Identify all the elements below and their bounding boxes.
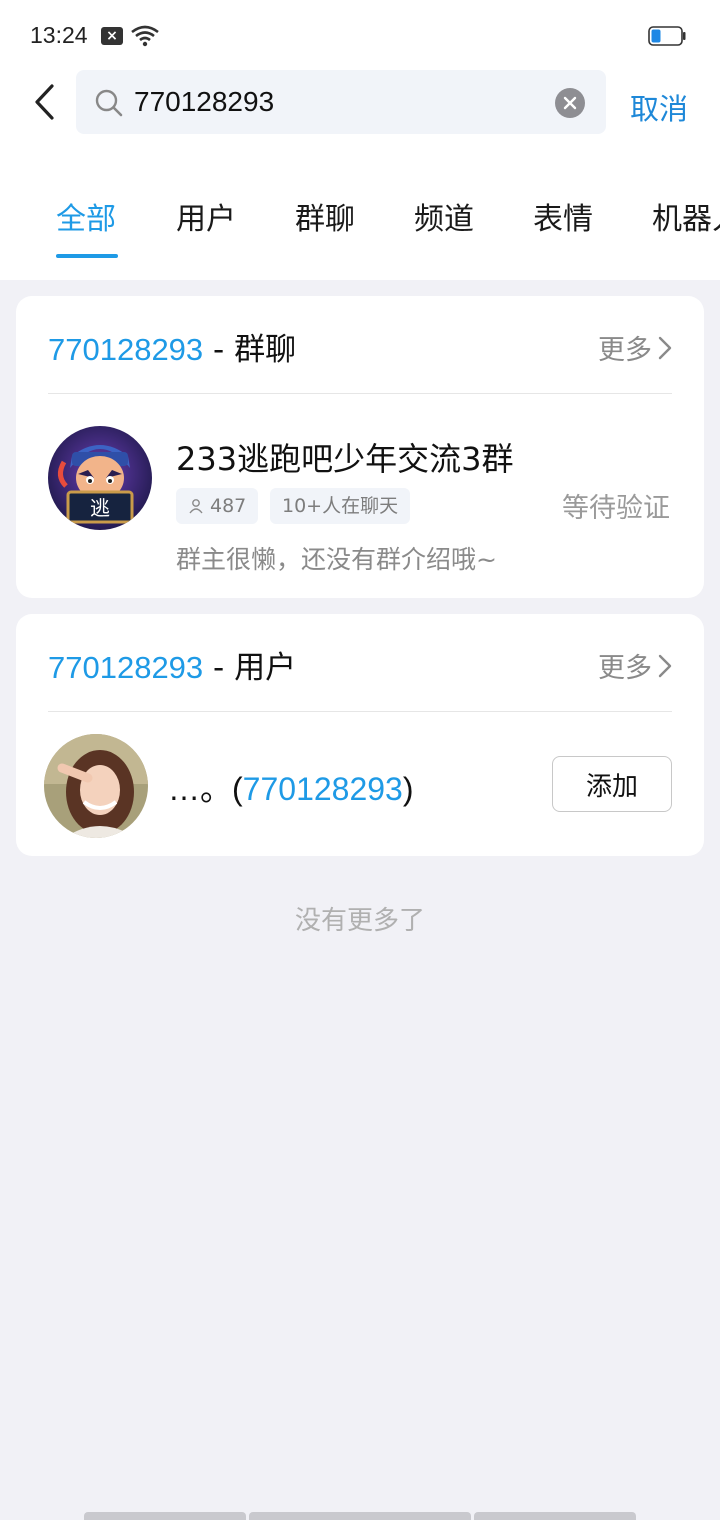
group-avatar[interactable]: 逃 xyxy=(48,426,152,530)
photo-avatar-icon xyxy=(44,734,148,838)
user-nickname: …。 xyxy=(168,771,233,807)
tab-stickers[interactable]: 表情 xyxy=(533,194,593,238)
person-icon xyxy=(189,499,203,514)
status-bar: 13:24 × xyxy=(0,0,720,64)
group-more-label: 更多 xyxy=(598,335,652,366)
user-avatar[interactable] xyxy=(44,734,148,838)
user-section-suffix: - 用户 xyxy=(203,650,297,686)
gesture-bar xyxy=(249,1512,471,1520)
user-result-line[interactable]: …。(770128293) xyxy=(168,764,414,810)
member-count: 487 xyxy=(210,495,247,517)
divider xyxy=(48,393,672,394)
tab-bots[interactable]: 机器人 xyxy=(652,194,720,238)
gesture-bar xyxy=(84,1512,246,1520)
add-friend-button[interactable]: 添加 xyxy=(552,756,672,812)
divider xyxy=(48,711,672,712)
no-more-results: 没有更多了 xyxy=(294,906,425,936)
active-tab-indicator xyxy=(56,254,118,258)
cancel-button[interactable]: 取消 xyxy=(630,86,688,128)
tab-groups[interactable]: 群聊 xyxy=(295,194,355,238)
status-time: 13:24 xyxy=(30,22,88,48)
user-section-query: 770128293 xyxy=(48,650,204,685)
group-section-suffix: - 群聊 xyxy=(203,332,297,368)
user-id-close: ) xyxy=(402,771,414,807)
wifi-icon xyxy=(131,25,159,47)
chevron-right-icon xyxy=(658,336,672,359)
search-header: 取消 全部 用户 群聊 频道 表情 机器人 xyxy=(0,64,720,280)
bottom-gesture-bars xyxy=(0,1512,720,1520)
active-chat-badge: 10+人在聊天 xyxy=(270,488,411,524)
tab-users[interactable]: 用户 xyxy=(176,194,236,238)
group-name[interactable]: 233逃跑吧少年交流3群 xyxy=(176,434,513,480)
group-section-title: 770128293 - 群聊 xyxy=(48,324,296,369)
result-tabs: 全部 用户 群聊 频道 表情 机器人 xyxy=(0,194,720,264)
group-more-link[interactable]: 更多 xyxy=(598,328,672,367)
user-more-link[interactable]: 更多 xyxy=(598,646,672,685)
search-box[interactable] xyxy=(76,70,606,134)
tab-all[interactable]: 全部 xyxy=(56,194,116,238)
svg-text:逃: 逃 xyxy=(90,496,110,520)
pending-verification-status: 等待验证 xyxy=(562,493,670,524)
user-id-open: ( xyxy=(232,771,243,807)
member-count-badge: 487 xyxy=(176,488,259,524)
battery-icon xyxy=(648,26,686,46)
cartoon-avatar-icon: 逃 xyxy=(48,426,152,530)
search-icon xyxy=(95,89,123,117)
tab-channels[interactable]: 频道 xyxy=(414,194,474,238)
chevron-right-icon xyxy=(658,654,672,677)
group-results-card: 770128293 - 群聊 更多 逃 233逃跑吧少年交流3群 487 10+… xyxy=(16,296,704,598)
no-sim-icon: × xyxy=(101,27,123,45)
gesture-bar xyxy=(474,1512,636,1520)
group-section-query: 770128293 xyxy=(48,332,204,367)
search-input[interactable] xyxy=(134,70,534,134)
user-more-label: 更多 xyxy=(598,653,652,684)
user-results-card: 770128293 - 用户 更多 …。(770128293) 添加 xyxy=(16,614,704,856)
back-button[interactable] xyxy=(24,80,64,124)
user-section-title: 770128293 - 用户 xyxy=(48,642,296,687)
clear-search-icon[interactable] xyxy=(555,88,585,118)
group-description: 群主很懒，还没有群介绍哦~ xyxy=(176,545,497,574)
back-arrow-icon xyxy=(35,84,54,120)
user-id: 770128293 xyxy=(242,771,403,807)
